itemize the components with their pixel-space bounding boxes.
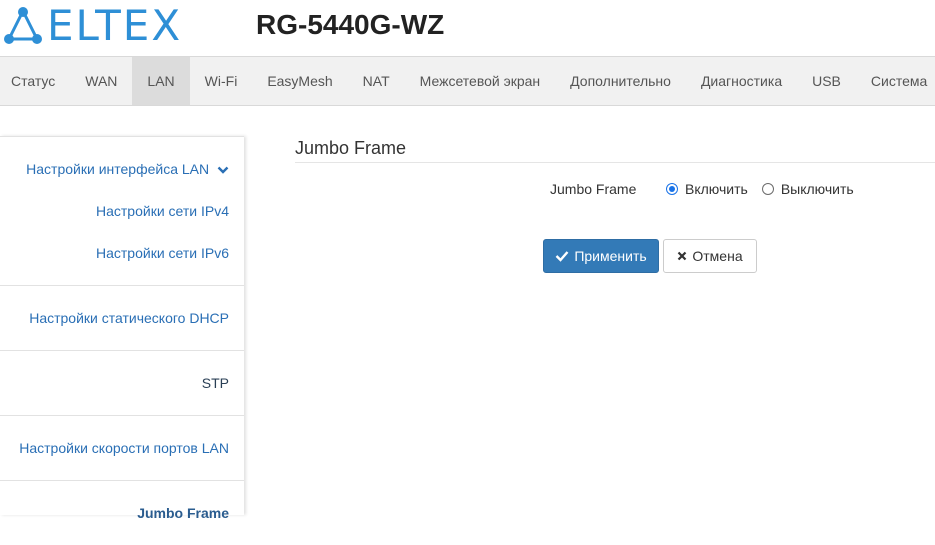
radio-disable-label: Выключить <box>780 181 854 197</box>
tab-easymesh[interactable]: EasyMesh <box>252 57 347 105</box>
section-title: Jumbo Frame <box>295 138 407 158</box>
tab-usb[interactable]: USB <box>797 57 856 105</box>
top-navigation: Статус WAN LAN Wi-Fi EasyMesh NAT Межсет… <box>0 56 935 106</box>
sidebar-group-stp: STP <box>0 351 244 416</box>
tab-wan[interactable]: WAN <box>70 57 132 105</box>
tab-advanced[interactable]: Дополнительно <box>555 57 686 105</box>
tab-lan[interactable]: LAN <box>132 57 190 105</box>
section-divider <box>295 162 935 163</box>
sidebar: Настройки интерфейса LAN Настройки сети … <box>0 136 244 521</box>
device-model: RG-5440G-WZ <box>256 9 445 40</box>
logo-text: ELTEX <box>47 1 183 50</box>
chevron-down-icon <box>217 149 229 191</box>
sidebar-group-port-speed: Настройки скорости портов LAN <box>0 416 244 481</box>
tab-system[interactable]: Система <box>856 57 935 105</box>
tab-nat[interactable]: NAT <box>348 57 405 105</box>
eltex-logo[interactable]: ELTEX <box>3 1 183 50</box>
radio-disable-dot[interactable] <box>761 183 774 195</box>
sidebar-item-lan-interface[interactable]: Настройки интерфейса LAN <box>0 148 244 190</box>
cancel-button-label: Отмена <box>692 248 743 264</box>
sidebar-group-lan-interface: Настройки интерфейса LAN Настройки сети … <box>0 137 244 286</box>
sidebar-item-jumbo-frame[interactable]: Jumbo Frame <box>0 492 244 534</box>
sidebar-item-port-speed[interactable]: Настройки скорости портов LAN <box>0 427 244 469</box>
radio-enable-dot[interactable] <box>666 183 678 195</box>
header: ELTEX RG-5440G-WZ <box>0 0 935 56</box>
sidebar-group-static-dhcp: Настройки статического DHCP <box>0 286 244 351</box>
radio-enable[interactable]: Включить <box>666 181 748 197</box>
radio-disable[interactable]: Выключить <box>761 181 854 197</box>
tab-wifi[interactable]: Wi-Fi <box>190 57 253 105</box>
sidebar-item-ipv6[interactable]: Настройки сети IPv6 <box>0 232 244 274</box>
jumbo-frame-radio-group: Включить Выключить <box>666 181 868 197</box>
check-icon <box>555 250 569 262</box>
eltex-logo-icon <box>4 7 42 44</box>
sidebar-group-jumbo-frame: Jumbo Frame <box>0 481 244 545</box>
apply-button-label: Применить <box>574 248 647 264</box>
tab-status[interactable]: Статус <box>0 57 70 105</box>
sidebar-item-static-dhcp[interactable]: Настройки статического DHCP <box>0 297 244 339</box>
cancel-button[interactable]: Отмена <box>663 239 757 273</box>
jumbo-frame-label: Jumbo Frame <box>550 181 637 197</box>
sidebar-item-stp[interactable]: STP <box>0 362 244 404</box>
sidebar-item-label: Настройки интерфейса LAN <box>26 161 210 177</box>
tab-firewall[interactable]: Межсетевой экран <box>405 57 556 105</box>
radio-enable-label: Включить <box>685 181 748 197</box>
apply-button[interactable]: Применить <box>543 239 659 273</box>
close-icon <box>677 251 687 261</box>
sidebar-item-ipv4[interactable]: Настройки сети IPv4 <box>0 190 244 232</box>
tab-diagnostics[interactable]: Диагностика <box>686 57 797 105</box>
